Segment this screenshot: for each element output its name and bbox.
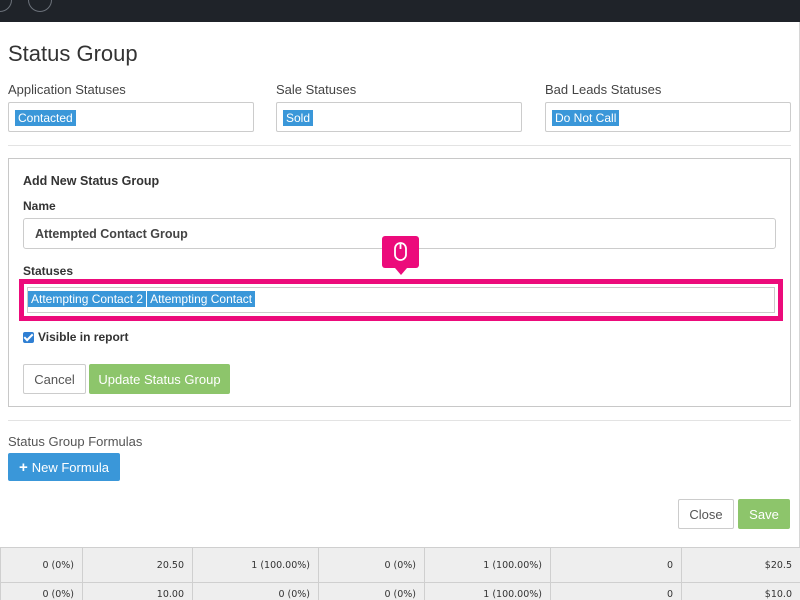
status-tag[interactable]: Do Not Call (552, 110, 620, 126)
table-cell: 0 (0%) (0, 547, 83, 583)
table-cell: $20.5 (681, 547, 800, 583)
application-statuses-input[interactable]: Contacted (8, 102, 254, 132)
table-cell: $10.0 (681, 582, 800, 600)
application-statuses-label: Application Statuses (8, 82, 126, 97)
table-cell: 0 (0%) (192, 582, 319, 600)
statuses-highlight: Attempting Contact 2 Attempting Contact (19, 279, 783, 321)
status-tag[interactable]: Attempting Contact (147, 291, 256, 307)
divider (8, 420, 791, 421)
table-cell: 20.50 (82, 547, 193, 583)
table-cell: 1 (100.00%) (424, 547, 551, 583)
visible-in-report-label: Visible in report (38, 330, 129, 344)
new-formula-button[interactable]: + New Formula (8, 453, 120, 481)
table-cell: 1 (100.00%) (192, 547, 319, 583)
table-cell: 0 (550, 582, 682, 600)
table-row: 0 (0%) 20.50 1 (100.00%) 0 (0%) 1 (100.0… (0, 547, 800, 583)
close-button[interactable]: Close (678, 499, 734, 529)
header-avatar-icon[interactable] (0, 0, 12, 12)
table-row: 0 (0%) 10.00 0 (0%) 0 (0%) 1 (100.00%) 0… (0, 582, 800, 600)
statuses-input[interactable]: Attempting Contact 2 Attempting Contact (27, 287, 775, 313)
formulas-label: Status Group Formulas (8, 434, 143, 449)
header-chat-icon[interactable] (28, 0, 52, 12)
name-label: Name (23, 199, 56, 213)
sale-statuses-label: Sale Statuses (276, 82, 357, 97)
click-indicator (382, 236, 419, 275)
sale-statuses-input[interactable]: Sold (276, 102, 522, 132)
sale-statuses-field: Sale Statuses Sold (276, 82, 522, 132)
bad-leads-statuses-field: Bad Leads Statuses Do Not Call (545, 82, 791, 132)
divider (8, 145, 791, 146)
visible-in-report-row[interactable]: Visible in report (23, 330, 128, 344)
table-cell: 0 (0%) (0, 582, 83, 600)
modal-title: Status Group (8, 41, 138, 66)
table-cell: 1 (100.00%) (424, 582, 551, 600)
table-cell: 0 (0%) (318, 547, 425, 583)
new-formula-label: New Formula (31, 459, 110, 475)
mouse-icon (394, 242, 407, 261)
app-header (0, 0, 800, 22)
application-statuses-field: Application Statuses Contacted (8, 82, 254, 132)
cancel-button[interactable]: Cancel (23, 364, 86, 394)
save-button[interactable]: Save (738, 499, 790, 529)
visible-in-report-checkbox[interactable] (23, 331, 34, 343)
update-status-group-button[interactable]: Update Status Group (89, 364, 230, 394)
panel-title: Add New Status Group (23, 174, 160, 188)
table-cell: 0 (0%) (318, 582, 425, 600)
table-cell: 0 (550, 547, 682, 583)
status-tag[interactable]: Sold (283, 110, 314, 126)
status-tag[interactable]: Contacted (15, 110, 76, 126)
table-cell: 10.00 (82, 582, 193, 600)
add-status-group-panel: Add New Status Group Name Attempted Cont… (8, 158, 791, 407)
bad-leads-statuses-input[interactable]: Do Not Call (545, 102, 791, 132)
bad-leads-statuses-label: Bad Leads Statuses (545, 82, 662, 97)
status-tag[interactable]: Attempting Contact 2 (28, 291, 147, 307)
statuses-label: Statuses (23, 264, 74, 278)
plus-icon: + (18, 458, 28, 476)
background-table: 0 (0%) 20.50 1 (100.00%) 0 (0%) 1 (100.0… (0, 547, 800, 600)
status-group-modal: Status Group Application Statuses Contac… (0, 22, 800, 547)
